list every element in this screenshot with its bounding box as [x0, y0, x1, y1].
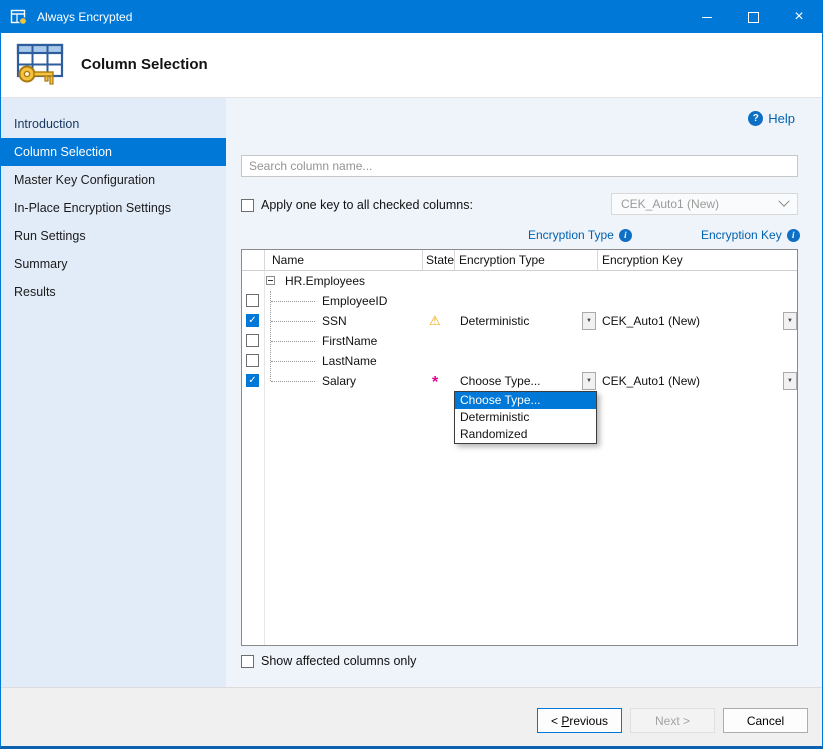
encryption-key-dropdown-button[interactable] [783, 312, 797, 330]
encryption-key-info-icon[interactable] [787, 229, 800, 242]
encryption-key-value[interactable]: CEK_Auto1 (New) [602, 371, 778, 391]
table-key-icon [14, 42, 66, 90]
header-encryption-key: Encryption Key [602, 250, 683, 270]
header-divider [422, 250, 423, 271]
table-row[interactable]: FirstName [242, 331, 797, 351]
encryption-type-link[interactable]: Encryption Type [528, 228, 614, 242]
previous-prefix: < [551, 714, 561, 728]
sidebar-item-master-key-configuration[interactable]: Master Key Configuration [1, 166, 226, 194]
sidebar-item-run-settings[interactable]: Run Settings [1, 222, 226, 250]
row-checkbox-firstname[interactable] [246, 334, 259, 347]
column-name: LastName [322, 351, 377, 371]
tree-branch-line [271, 341, 315, 342]
columns-table: Name State Encryption Type Encryption Ke… [241, 249, 798, 646]
show-affected-label[interactable]: Show affected columns only [261, 654, 416, 668]
group-label: HR.Employees [285, 271, 365, 291]
help-link[interactable]: Help [748, 111, 795, 126]
apply-key-label[interactable]: Apply one key to all checked columns: [261, 198, 473, 212]
sidebar-item-results[interactable]: Results [1, 278, 226, 306]
table-row[interactable]: LastName [242, 351, 797, 371]
encryption-key-link-group: Encryption Key [701, 228, 800, 242]
main-content: Help Apply one key to all checked column… [226, 98, 822, 687]
sidebar-item-summary[interactable]: Summary [1, 250, 226, 278]
table-group-row: HR.Employees [242, 271, 797, 291]
dropdown-option-deterministic[interactable]: Deterministic [455, 409, 596, 426]
search-column-input[interactable] [241, 155, 798, 177]
tree-branch-line [271, 321, 315, 322]
next-button[interactable]: Next > [630, 708, 715, 733]
help-icon [748, 111, 763, 126]
maximize-icon [748, 12, 759, 23]
wizard-header: Column Selection [1, 33, 822, 98]
minimize-button[interactable] [684, 1, 730, 33]
sidebar-item-introduction[interactable]: Introduction [1, 110, 226, 138]
encryption-type-value[interactable]: Deterministic [460, 311, 578, 331]
page-title: Column Selection [81, 56, 208, 73]
apply-key-dropdown[interactable]: CEK_Auto1 (New) [611, 193, 798, 215]
table-row[interactable]: EmployeeID [242, 291, 797, 311]
sidebar-item-in-place-encryption-settings[interactable]: In-Place Encryption Settings [1, 194, 226, 222]
encryption-key-value[interactable]: CEK_Auto1 (New) [602, 311, 778, 331]
previous-accel: P [561, 714, 569, 728]
column-name: EmployeeID [322, 291, 387, 311]
table-row[interactable]: SSN Deterministic CEK_Auto1 (New) [242, 311, 797, 331]
encryption-type-dropdown-button[interactable] [582, 372, 596, 390]
header-state: State [426, 250, 454, 270]
show-affected-checkbox[interactable] [241, 655, 254, 668]
header-divider [454, 250, 455, 271]
encryption-key-dropdown-button[interactable] [783, 372, 797, 390]
apply-key-checkbox[interactable] [241, 199, 254, 212]
title-bar: Always Encrypted [1, 1, 822, 33]
column-name: SSN [322, 311, 347, 331]
always-encrypted-window: Always Encrypted Column Selection Introd… [0, 0, 823, 749]
dropdown-option-choose-type[interactable]: Choose Type... [455, 392, 596, 409]
show-affected-row: Show affected columns only [241, 654, 416, 668]
encryption-type-dropdown-list: Choose Type... Deterministic Randomized [454, 391, 597, 444]
encryption-type-value[interactable]: Choose Type... [460, 371, 578, 391]
wizard-steps-sidebar: Introduction Column Selection Master Key… [1, 98, 226, 687]
sidebar-item-column-selection[interactable]: Column Selection [1, 138, 226, 166]
minimize-icon [702, 17, 712, 18]
close-icon [794, 9, 803, 25]
header-divider [264, 250, 265, 271]
table-row[interactable]: Salary Choose Type... CEK_Auto1 (New) [242, 371, 797, 391]
encryption-type-dropdown-button[interactable] [582, 312, 596, 330]
app-icon [10, 8, 28, 26]
encryption-type-info-icon[interactable] [619, 229, 632, 242]
cancel-button[interactable]: Cancel [723, 708, 808, 733]
row-checkbox-lastname[interactable] [246, 354, 259, 367]
dropdown-option-randomized[interactable]: Randomized [455, 426, 596, 443]
header-encryption-type: Encryption Type [459, 250, 545, 270]
header-divider [597, 250, 598, 271]
header-name: Name [272, 250, 304, 270]
row-checkbox-ssn[interactable] [246, 314, 259, 327]
tree-branch-line [271, 381, 315, 382]
column-name: FirstName [322, 331, 377, 351]
warning-icon [429, 311, 441, 331]
encryption-type-link-group: Encryption Type [528, 228, 632, 242]
help-label: Help [768, 111, 795, 126]
collapse-expander-icon[interactable] [266, 276, 275, 285]
apply-key-row: Apply one key to all checked columns: [241, 196, 473, 214]
tree-branch-line [271, 361, 315, 362]
table-header-row: Name State Encryption Type Encryption Ke… [242, 250, 797, 271]
tree-branch-line [271, 301, 315, 302]
footer-bar: < Previous Next > Cancel [1, 687, 822, 746]
required-asterisk-icon [432, 374, 438, 392]
apply-key-value: CEK_Auto1 (New) [621, 197, 719, 211]
maximize-button[interactable] [730, 1, 776, 33]
chevron-down-icon [778, 196, 789, 207]
encryption-key-link[interactable]: Encryption Key [701, 228, 782, 242]
previous-button[interactable]: < Previous [537, 708, 622, 733]
window-title: Always Encrypted [37, 10, 132, 24]
close-button[interactable] [776, 1, 822, 33]
column-name: Salary [322, 371, 356, 391]
row-checkbox-salary[interactable] [246, 374, 259, 387]
previous-rest: revious [569, 714, 608, 728]
row-checkbox-employeeid[interactable] [246, 294, 259, 307]
